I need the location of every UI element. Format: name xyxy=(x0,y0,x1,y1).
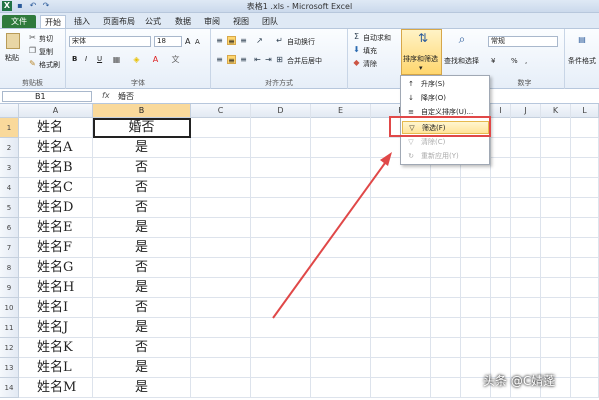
menu-item-label: 降序(O) xyxy=(421,94,446,102)
menu-item-label: 清除(C) xyxy=(421,138,446,146)
sort-ascending-icon: ↑ xyxy=(408,80,414,88)
watermark: 头条 @C婧蓬 xyxy=(483,374,556,388)
menu-item-sort-descending[interactable]: ↓ 降序(O) xyxy=(402,92,489,105)
highlight-box xyxy=(389,116,491,137)
menu-item-sort-ascending[interactable]: ↑ 升序(S) xyxy=(402,78,489,91)
menu-item-reapply[interactable]: ↻ 重新应用(Y) xyxy=(402,150,489,163)
menu-item-label: 升序(S) xyxy=(421,80,445,88)
menu-item-label: 自定义排序(U)... xyxy=(421,108,474,116)
menu-item-label: 重新应用(Y) xyxy=(421,152,459,160)
annotation-arrow xyxy=(272,152,392,319)
clear-filter-icon: ▽ xyxy=(408,138,414,146)
sort-descending-icon: ↓ xyxy=(408,94,414,102)
menu-item-clear[interactable]: ▽ 清除(C) xyxy=(402,136,489,149)
reapply-icon: ↻ xyxy=(408,152,414,160)
